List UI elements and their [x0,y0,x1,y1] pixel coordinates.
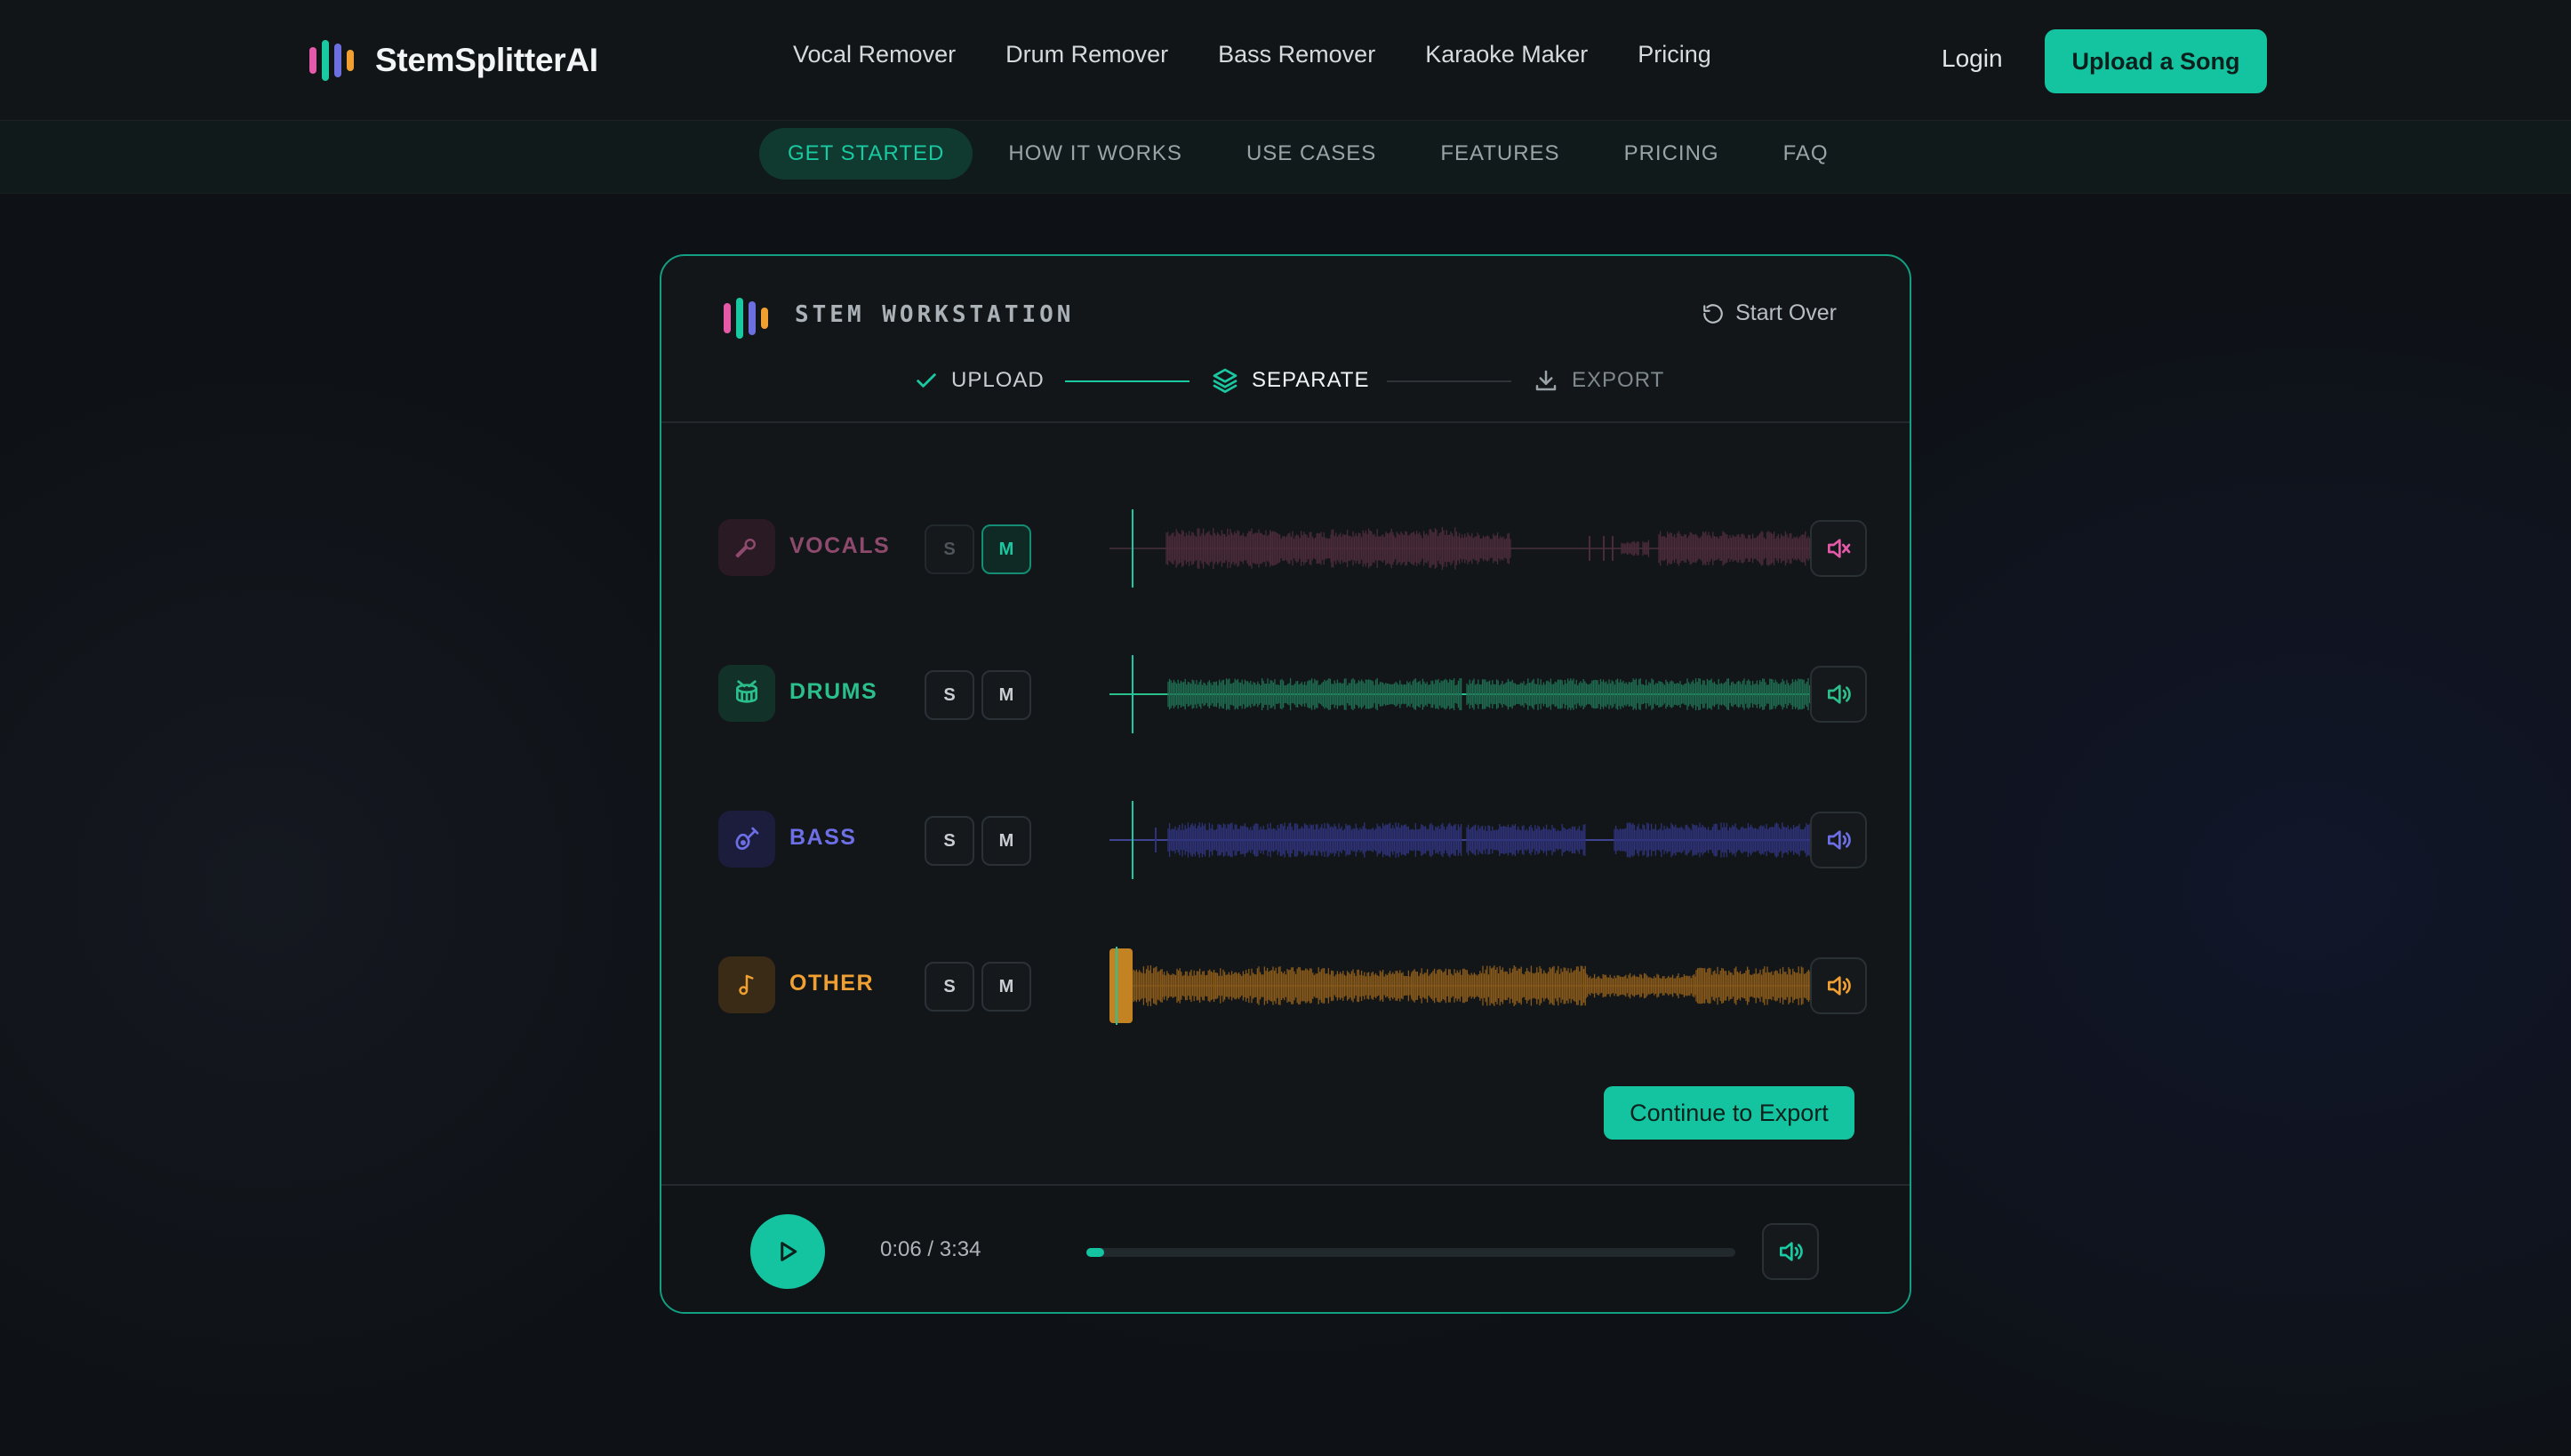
track-other-label: OTHER [789,971,874,996]
track-drums: DRUMS S M [718,655,1867,733]
vocals-waveform[interactable] [1109,500,1824,597]
tab-pricing[interactable]: PRICING [1596,128,1748,180]
track-vocals: VOCALS S M [718,509,1867,588]
stem-workstation: STEM WORKSTATION Start Over UPLOAD SEPAR… [660,254,1911,1314]
upload-song-button[interactable]: Upload a Song [2045,29,2267,93]
main-nav: Vocal Remover Drum Remover Bass Remover … [793,41,1711,68]
drum-icon [718,665,775,722]
guitar-icon [718,811,775,868]
music-note-icon [718,956,775,1013]
start-over-label: Start Over [1735,300,1837,325]
track-bass: BASS S M [718,801,1867,879]
step-connector-2 [1387,380,1511,382]
playback-time: 0:06 / 3:34 [880,1237,981,1261]
tab-features[interactable]: FEATURES [1412,128,1588,180]
speaker-icon [1828,976,1851,996]
play-button[interactable] [750,1214,825,1289]
playback-progress-fill [1086,1248,1105,1257]
progress-steps: UPLOAD SEPARATE EXPORT [661,363,1910,398]
bass-solo-button[interactable]: S [925,816,974,866]
master-volume-button[interactable] [1762,1223,1819,1280]
tab-how-it-works[interactable]: HOW IT WORKS [980,128,1211,180]
playback-progress-bar[interactable] [1086,1248,1735,1257]
drums-solo-button[interactable]: S [925,670,974,720]
step-connector-1 [1065,380,1189,382]
drums-waveform[interactable] [1109,645,1824,743]
step-separate-label: SEPARATE [1252,368,1370,392]
other-solo-button[interactable]: S [925,962,974,1012]
speaker-icon [1780,1242,1803,1261]
continue-to-export-button[interactable]: Continue to Export [1604,1086,1854,1140]
track-drums-label: DRUMS [789,679,878,704]
section-nav: GET STARTED HOW IT WORKS USE CASES FEATU… [0,121,2571,194]
step-upload: UPLOAD [914,363,1045,398]
brand-logo-icon [309,40,354,81]
other-waveform[interactable] [1109,937,1824,1035]
speaker-icon [1828,830,1851,850]
transport-bar: 0:06 / 3:34 [661,1184,1910,1312]
check-icon [917,373,936,388]
brand[interactable]: StemSplitterAI [309,39,598,82]
brand-name: StemSplitterAI [375,42,598,78]
step-upload-label: UPLOAD [951,368,1045,392]
drums-volume-button[interactable] [1810,666,1867,723]
login-link[interactable]: Login [1942,44,2003,73]
top-navbar: StemSplitterAI Vocal Remover Drum Remove… [0,0,2571,121]
tab-faq[interactable]: FAQ [1755,128,1857,180]
track-bass-label: BASS [789,825,857,850]
bass-waveform[interactable] [1109,791,1824,889]
nav-link-vocal-remover[interactable]: Vocal Remover [793,41,956,68]
step-export: EXPORT [1533,363,1664,398]
other-mute-button[interactable]: M [981,962,1031,1012]
bass-mute-button[interactable]: M [981,816,1031,866]
bass-volume-button[interactable] [1810,812,1867,868]
nav-link-drum-remover[interactable]: Drum Remover [1005,41,1168,68]
workstation-title: STEM WORKSTATION [795,301,1075,328]
tab-use-cases[interactable]: USE CASES [1218,128,1405,180]
nav-link-pricing[interactable]: Pricing [1638,41,1711,68]
step-separate: SEPARATE [1211,363,1369,398]
tab-get-started[interactable]: GET STARTED [759,128,973,180]
nav-link-bass-remover[interactable]: Bass Remover [1218,41,1375,68]
refresh-icon [1703,303,1723,324]
vocals-solo-button[interactable]: S [925,524,974,574]
start-over-button[interactable]: Start Over [1702,300,1837,326]
step-export-label: EXPORT [1572,368,1665,392]
other-volume-button[interactable] [1810,957,1867,1014]
drums-mute-button[interactable]: M [981,670,1031,720]
speaker-muted-icon [1828,539,1851,558]
play-icon [781,1242,797,1261]
workstation-logo-icon [724,297,768,340]
microphone-icon [718,519,775,576]
vocals-volume-button[interactable] [1810,520,1867,577]
workstation-header: STEM WORKSTATION Start Over UPLOAD SEPAR… [661,256,1910,423]
layers-icon [1213,368,1237,393]
nav-link-karaoke-maker[interactable]: Karaoke Maker [1425,41,1588,68]
track-vocals-label: VOCALS [789,533,891,558]
download-icon [1535,370,1557,391]
vocals-mute-button[interactable]: M [981,524,1031,574]
speaker-icon [1828,684,1851,704]
track-other: OTHER S M [718,947,1867,1025]
